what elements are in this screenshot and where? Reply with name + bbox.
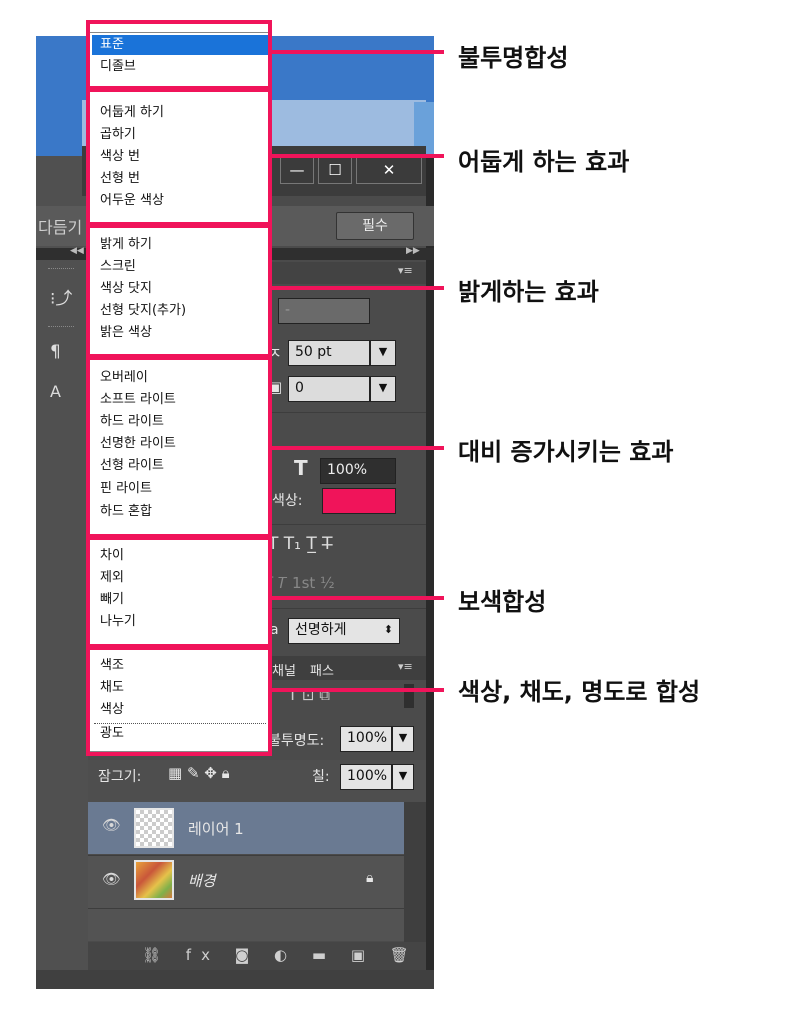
side-tool-panel bbox=[36, 156, 89, 989]
connector-inversion bbox=[272, 596, 444, 600]
history-icon[interactable]: ⁝⤴ bbox=[50, 284, 72, 309]
tab-channels[interactable]: 채널 bbox=[272, 660, 296, 679]
eye-icon[interactable]: 👁︎ bbox=[102, 816, 121, 834]
character-style-icon[interactable]: A bbox=[50, 382, 61, 401]
color-label: 색상: bbox=[272, 493, 303, 509]
layers-empty-area bbox=[88, 908, 404, 941]
tracking-arrow-icon[interactable]: ▼ bbox=[370, 376, 396, 402]
paragraph-icon[interactable]: ¶ bbox=[50, 342, 61, 362]
opentype-icons[interactable]: ʃ 𝑇 1st ½ bbox=[268, 574, 335, 592]
annotation-inversion: 보색합성 bbox=[458, 588, 547, 616]
connector-component bbox=[272, 688, 444, 692]
annotation-box-normal bbox=[86, 20, 272, 90]
close-button[interactable]: ✕ bbox=[356, 156, 422, 184]
annotation-box-contrast bbox=[86, 356, 272, 538]
font-size-field[interactable]: 50 pt bbox=[288, 340, 370, 366]
layers-scrollbar[interactable] bbox=[404, 802, 426, 942]
annotation-box-component bbox=[86, 646, 272, 756]
annotation-normal: 불투명합성 bbox=[458, 44, 569, 72]
annotation-darken: 어둡게 하는 효과 bbox=[458, 148, 630, 176]
grip-icon bbox=[48, 268, 74, 272]
tracking-field[interactable]: 0 bbox=[288, 376, 370, 402]
antialias-value: 선명하게 bbox=[295, 622, 347, 638]
grip-icon-2 bbox=[48, 326, 74, 330]
text-color-swatch[interactable] bbox=[322, 488, 396, 514]
fill-label: 칠: bbox=[312, 769, 330, 785]
canvas-edge bbox=[426, 156, 434, 989]
antialias-dropdown[interactable]: 선명하게 ⬍ bbox=[288, 618, 400, 644]
annotation-contrast: 대비 증가시키는 효과 bbox=[458, 438, 674, 466]
opacity-field[interactable]: 100% bbox=[340, 726, 392, 752]
collapse-left-icon[interactable]: ◀◀ bbox=[70, 246, 84, 256]
lock-label: 잠그기: bbox=[98, 769, 142, 785]
refine-label[interactable]: 다듬기 bbox=[38, 214, 82, 238]
lock-icons[interactable]: ▦ ✎ ✥ 🔒︎ bbox=[168, 764, 230, 782]
connector-lighten bbox=[272, 286, 444, 290]
collapse-right-icon[interactable]: ▶▶ bbox=[406, 246, 420, 256]
minimize-button[interactable]: — bbox=[280, 156, 314, 184]
workspace-button[interactable]: 필수 bbox=[336, 212, 414, 240]
annotation-component: 색상, 채도, 명도로 합성 bbox=[458, 678, 701, 706]
opacity-arrow-icon[interactable]: ▼ bbox=[392, 726, 414, 752]
layer-1-thumbnail[interactable] bbox=[134, 808, 174, 848]
annotation-box-lighten bbox=[86, 224, 272, 358]
opacity-label: 불투명도: bbox=[268, 733, 325, 749]
connector-normal bbox=[272, 50, 444, 54]
updown-icon: ⬍ bbox=[383, 623, 393, 636]
fill-arrow-icon[interactable]: ▼ bbox=[392, 764, 414, 790]
panel-menu-icon[interactable]: ▾≡ bbox=[398, 264, 413, 277]
layer-action-icons[interactable]: ⛓︎ fx ◙ ◐ ▬ ▣ 🗑︎ bbox=[142, 946, 419, 964]
layers-menu-icon[interactable]: ▾≡ bbox=[398, 660, 413, 673]
annotation-box-inversion bbox=[86, 536, 272, 648]
tab-paths[interactable]: 패스 bbox=[310, 660, 334, 679]
fill-field[interactable]: 100% bbox=[340, 764, 392, 790]
lock-icon: 🔒︎ bbox=[366, 870, 374, 886]
scale-field[interactable]: 100% bbox=[320, 458, 396, 484]
annotation-box-darken bbox=[86, 88, 272, 226]
background-layer-name[interactable]: 배경 bbox=[188, 870, 216, 891]
connector-contrast bbox=[272, 446, 444, 450]
connector-darken bbox=[272, 154, 444, 158]
horizontal-scale-icon: T bbox=[294, 456, 308, 480]
status-strip bbox=[36, 970, 434, 989]
layer-1-name[interactable]: 레이어 1 bbox=[188, 818, 244, 839]
background-thumbnail[interactable] bbox=[134, 860, 174, 900]
eye-icon-2[interactable]: 👁︎ bbox=[102, 870, 121, 888]
font-size-arrow-icon[interactable]: ▼ bbox=[370, 340, 396, 366]
text-style-icons[interactable]: T T₁ T̲ T̶ bbox=[268, 534, 333, 554]
font-style-dropdown[interactable]: - bbox=[278, 298, 370, 324]
maximize-button[interactable]: ☐ bbox=[318, 156, 352, 184]
annotation-lighten: 밝게하는 효과 bbox=[458, 278, 599, 306]
